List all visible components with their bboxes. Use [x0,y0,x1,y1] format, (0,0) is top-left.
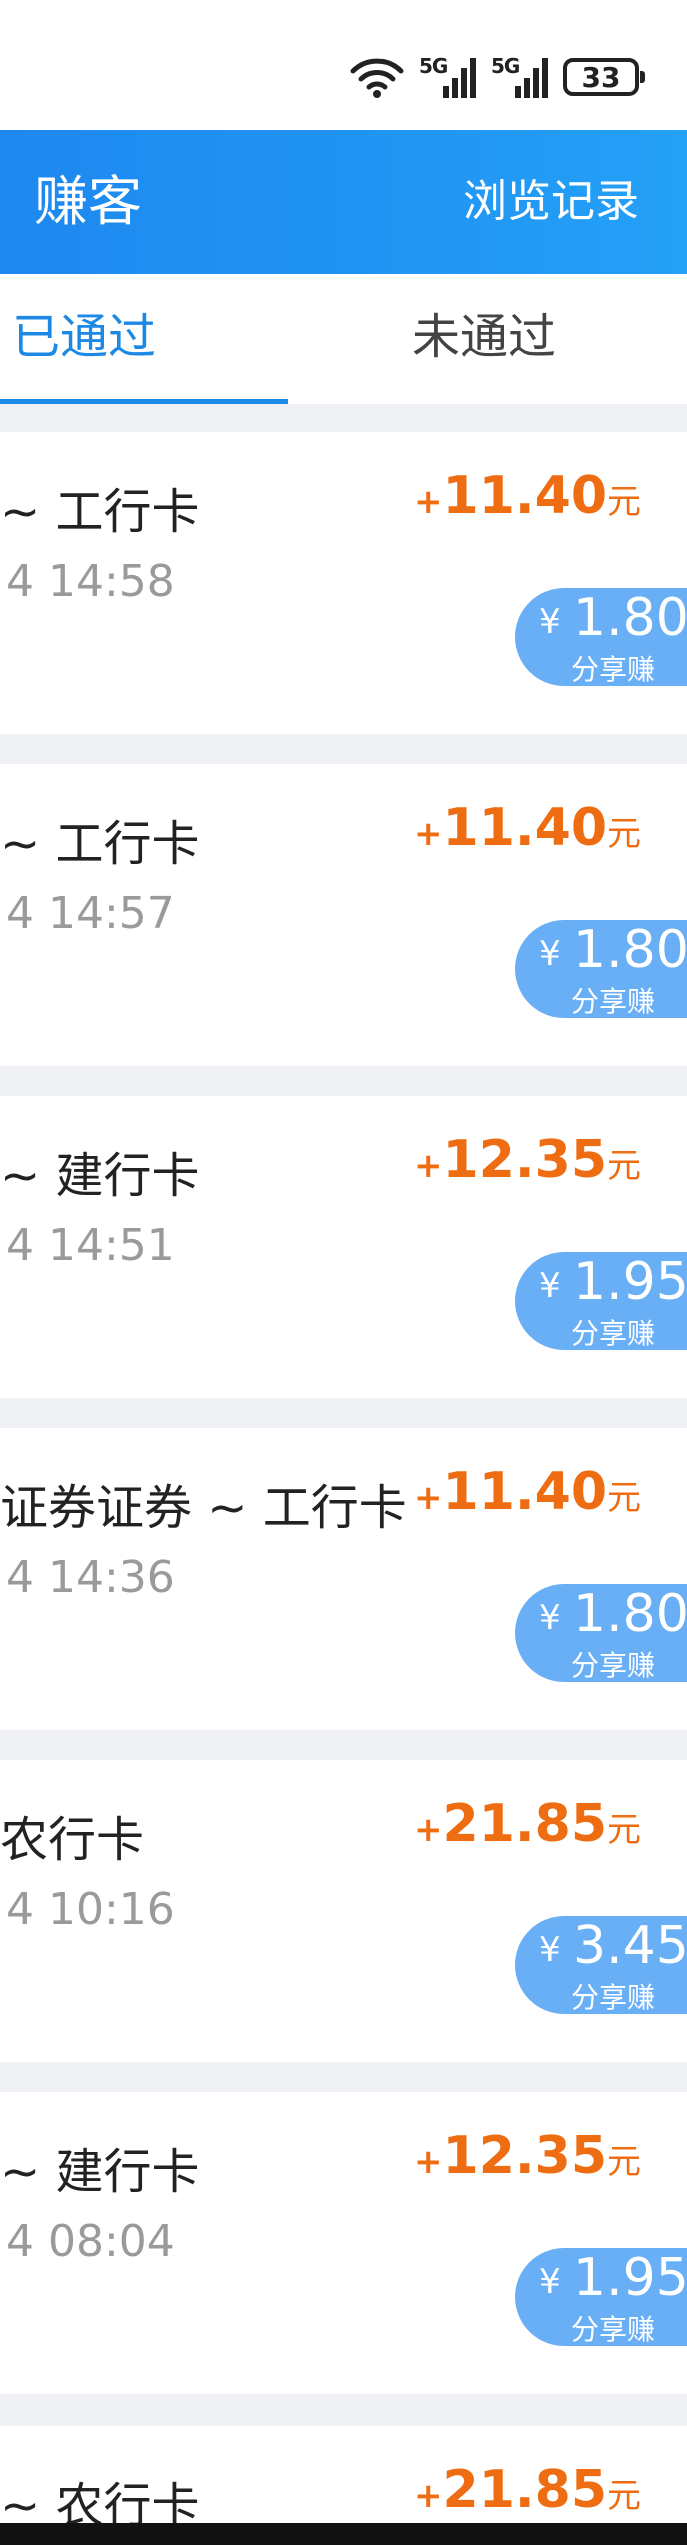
record-amount: +11.40元 [414,1462,641,1522]
share-label: 分享赚 [571,2313,656,2346]
page-title: 赚客 [34,170,142,233]
yen-symbol: ¥ [539,1266,561,1306]
record-amount: +21.85元 [414,1794,641,1854]
share-earn-button[interactable]: ¥ 3.45 分享赚 [515,1916,687,2014]
list-item[interactable]: ~ 工行卡 4 14:58 +11.40元 ¥ 1.80 分享赚 [0,432,687,734]
list-item[interactable]: ~ 农行卡 +21.85元 [0,2426,687,2534]
app-header: 赚客 浏览记录 [0,130,687,274]
record-amount: +11.40元 [414,798,641,858]
share-label: 分享赚 [571,1981,656,2014]
list-item[interactable]: ~ 建行卡 4 14:51 +12.35元 ¥ 1.95 分享赚 [0,1096,687,1398]
record-name: ~ 建行卡 [0,2144,200,2200]
history-button[interactable]: 浏览记录 [463,130,639,274]
tab-failed[interactable]: 未通过 [412,274,556,404]
record-name: ~ 工行卡 [0,816,200,872]
tab-passed[interactable]: 已通过 [12,274,156,404]
share-earn-button[interactable]: ¥ 1.80 分享赚 [515,588,687,686]
share-value: 1.80 [573,588,687,648]
record-time: 4 14:57 [6,888,175,939]
share-earn-button[interactable]: ¥ 1.95 分享赚 [515,2248,687,2346]
yen-symbol: ¥ [539,602,561,642]
tab-bar: 已通过 未通过 [0,274,687,404]
record-name: 证券证券 ~ 工行卡 [0,1480,407,1536]
share-label: 分享赚 [571,985,656,1018]
record-amount: +12.35元 [414,2126,641,2186]
record-name: 农行卡 [0,1812,145,1868]
yen-symbol: ¥ [539,2262,561,2302]
share-value: 3.45 [573,1916,687,1976]
signal-icon-1: 5G [419,54,477,100]
share-earn-button[interactable]: ¥ 1.80 分享赚 [515,920,687,1018]
active-tab-indicator [0,399,288,404]
list-item[interactable]: ~ 建行卡 4 08:04 +12.35元 ¥ 1.95 分享赚 [0,2092,687,2394]
list-item[interactable]: 农行卡 4 10:16 +21.85元 ¥ 3.45 分享赚 [0,1760,687,2062]
wifi-icon [350,58,404,98]
share-label: 分享赚 [571,1317,656,1350]
share-earn-button[interactable]: ¥ 1.80 分享赚 [515,1584,687,1682]
share-label: 分享赚 [571,1649,656,1682]
record-amount: +21.85元 [414,2460,641,2520]
record-time: 4 14:51 [6,1220,175,1271]
share-label: 分享赚 [571,653,656,686]
record-time: 4 14:36 [6,1552,175,1603]
record-time: 4 10:16 [6,1884,175,1935]
battery-level: 33 [581,60,621,94]
share-value: 1.80 [573,1584,687,1644]
status-bar: 5G 5G 33 [0,0,687,130]
list-item[interactable]: ~ 工行卡 4 14:57 +11.40元 ¥ 1.80 分享赚 [0,764,687,1066]
yen-symbol: ¥ [539,934,561,974]
battery-icon: 33 [563,58,645,96]
yen-symbol: ¥ [539,1930,561,1970]
share-earn-button[interactable]: ¥ 1.95 分享赚 [515,1252,687,1350]
share-value: 1.80 [573,920,687,980]
record-time: 4 14:58 [6,556,175,607]
record-time: 4 08:04 [6,2216,175,2267]
record-amount: +11.40元 [414,466,641,526]
signal-icon-2: 5G [491,54,549,100]
yen-symbol: ¥ [539,1598,561,1638]
list-item[interactable]: 证券证券 ~ 工行卡 4 14:36 +11.40元 ¥ 1.80 分享赚 [0,1428,687,1730]
record-amount: +12.35元 [414,1130,641,1190]
navigation-bar [0,2523,687,2545]
share-value: 1.95 [573,2248,687,2308]
record-name: ~ 建行卡 [0,1148,200,1204]
record-name: ~ 工行卡 [0,484,200,540]
share-value: 1.95 [573,1252,687,1312]
